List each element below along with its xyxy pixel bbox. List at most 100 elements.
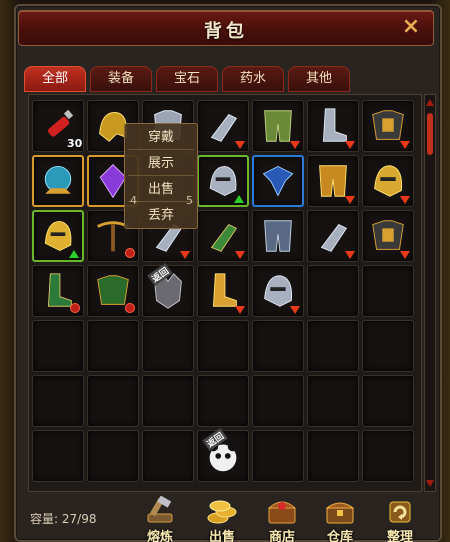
inventory-slot[interactable] [197,100,249,152]
inventory-slot-empty[interactable] [197,375,249,427]
downgrade-arrow-icon [400,141,410,149]
inventory-slot[interactable] [362,155,414,207]
downgrade-arrow-icon [235,306,245,314]
tab-gems[interactable]: 宝石 [156,66,218,92]
inventory-slot-empty[interactable] [362,265,414,317]
inventory-slot[interactable] [252,155,304,207]
smelt-label: 熔炼 [146,530,173,542]
inventory-slot-empty[interactable] [362,375,414,427]
inventory-slot-empty[interactable] [32,430,84,482]
inventory-slot-empty[interactable] [252,375,304,427]
sort-label: 整理 [386,530,413,542]
inventory-slot[interactable] [362,100,414,152]
unusable-icon [125,248,135,258]
inventory-slot[interactable] [307,100,359,152]
inventory-slot[interactable] [32,155,84,207]
capacity-indicator: 容量: 27/98 [30,510,96,527]
inventory-slot-empty[interactable] [87,375,139,427]
inventory-slot[interactable] [197,210,249,262]
inventory-slot-empty[interactable] [87,430,139,482]
slot-number-left: 4 [130,194,137,207]
inventory-slot-empty[interactable] [307,375,359,427]
inventory-slot-empty[interactable] [197,320,249,372]
scrollbar[interactable] [424,94,436,492]
inventory-slot[interactable] [32,210,84,262]
window-title: 背包 [204,21,248,42]
close-button[interactable]: × [399,15,423,39]
gold-coins-icon [207,500,237,524]
tab-equipment[interactable]: 装备 [90,66,152,92]
sort-button[interactable]: 整理 [376,496,424,542]
menu-display[interactable]: 展示 [128,152,194,176]
silver-pants-icon [264,220,292,252]
downgrade-arrow-icon [400,196,410,204]
inventory-slot[interactable] [197,155,249,207]
unusable-icon [70,303,80,313]
inventory-slot-empty[interactable] [32,320,84,372]
shop-chest-icon [267,501,297,524]
title-bar: 背包 × [18,10,434,46]
inventory-slot[interactable] [32,265,84,317]
forge-hammer-icon [147,496,173,523]
inventory-slot[interactable] [252,100,304,152]
inventory-slot[interactable] [252,265,304,317]
inventory-slot[interactable] [307,210,359,262]
smelt-button[interactable]: 熔炼 [136,496,184,542]
upgrade-arrow-icon [234,195,244,203]
downgrade-arrow-icon [400,251,410,259]
tab-potions[interactable]: 药水 [222,66,284,92]
sell-button[interactable]: 出售 [198,496,246,542]
inventory-slot[interactable]: 返回 [142,262,194,317]
inventory-slot[interactable] [307,155,359,207]
downgrade-arrow-icon [290,141,300,149]
inventory-slot-empty[interactable] [252,430,304,482]
inventory-slot-empty[interactable] [362,430,414,482]
menu-wear[interactable]: 穿戴 [128,126,194,150]
warehouse-chest-icon [325,502,355,524]
inventory-slot[interactable]: 30 [32,100,84,152]
inventory-slot-empty[interactable] [307,320,359,372]
downgrade-arrow-icon [290,306,300,314]
warehouse-button[interactable]: 仓库 [316,496,364,542]
inventory-slot-empty[interactable] [142,375,194,427]
inventory-slot[interactable] [197,265,249,317]
sell-label: 出售 [208,530,235,542]
inventory-slot-empty[interactable] [142,320,194,372]
tab-other[interactable]: 其他 [288,66,350,92]
item-count: 30 [67,137,83,150]
menu-sell[interactable]: 出售 [128,178,194,202]
capacity-value: 27/98 [61,512,97,526]
menu-discard[interactable]: 丢弃 [128,204,194,228]
tab-all[interactable]: 全部 [24,66,86,92]
inventory-slot-empty[interactable] [362,320,414,372]
tab-bar: 全部 装备 宝石 药水 其他 [24,66,350,92]
action-bar: 熔炼 出售 商店 仓库 整理 [136,496,436,542]
upgrade-arrow-icon [69,250,79,258]
downgrade-arrow-icon [345,141,355,149]
shop-button[interactable]: 商店 [258,496,306,542]
context-menu: 穿戴 展示 出售 丢弃 [124,123,198,229]
slot-number-right: 5 [186,194,193,207]
inventory-slot-empty[interactable] [307,430,359,482]
blue-orb-icon [44,166,72,194]
scroll-up-icon[interactable] [426,99,434,106]
scroll-thumb[interactable] [427,113,433,155]
shop-label: 商店 [268,530,295,542]
downgrade-arrow-icon [180,251,190,259]
inventory-slot-empty[interactable] [32,375,84,427]
inventory-slot-empty[interactable] [252,320,304,372]
downgrade-arrow-icon [235,141,245,149]
downgrade-arrow-icon [345,251,355,259]
inventory-slot-empty[interactable] [307,265,359,317]
inventory-slot-empty[interactable] [87,320,139,372]
downgrade-arrow-icon [345,196,355,204]
inventory-slot[interactable]: 返回 [197,427,249,482]
inventory-slot-empty[interactable] [142,430,194,482]
inventory-slot[interactable] [252,210,304,262]
inventory-slot[interactable] [87,265,139,317]
sort-cycle-icon [389,501,411,523]
unusable-icon [125,303,135,313]
blue-crest-icon [262,165,294,197]
inventory-slot[interactable] [362,210,414,262]
scroll-down-icon[interactable] [426,480,434,487]
